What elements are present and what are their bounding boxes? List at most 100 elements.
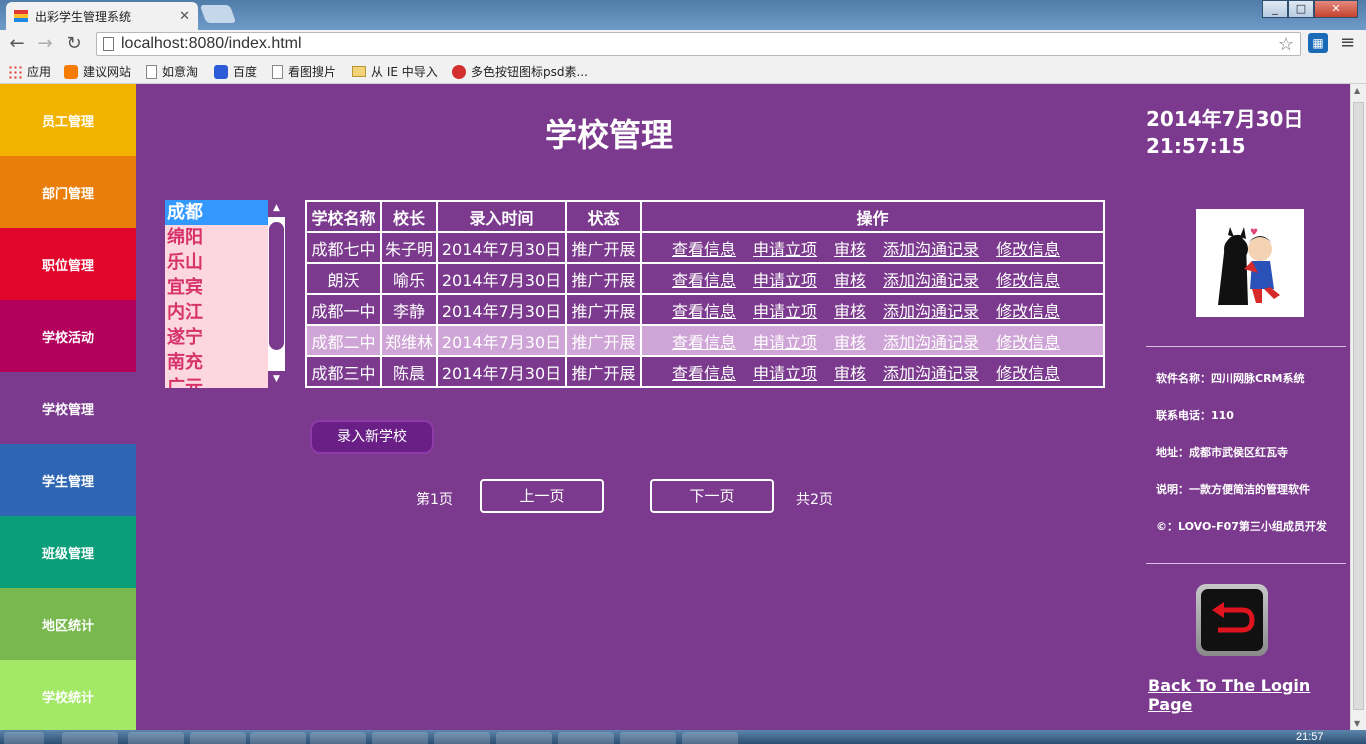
scroll-up-arrow-icon[interactable]: ▲ (1354, 86, 1360, 95)
action-link[interactable]: 申请立项 (753, 302, 817, 321)
cell-status: 推广开展 (565, 262, 642, 295)
reload-icon[interactable]: ↻ (63, 33, 85, 54)
taskbar-app[interactable] (190, 732, 246, 744)
table-row: 朗沃 喻乐 2014年7月30日 推广开展 查看信息 申请立项 审核 添加沟通记录 修改信息 (305, 262, 1105, 295)
taskbar-app[interactable] (496, 732, 552, 744)
city-option[interactable]: 宜宾 (165, 275, 268, 300)
tab-title: 出彩学生管理系统 (35, 9, 132, 24)
browser-menu-icon[interactable]: ≡ (1340, 32, 1355, 53)
page-scrollbar[interactable]: ▲ ▼ (1350, 84, 1366, 730)
back-arrow-icon[interactable]: ← (6, 33, 28, 54)
action-link[interactable]: 修改信息 (996, 240, 1060, 259)
action-link[interactable]: 添加沟通记录 (883, 333, 979, 352)
action-link[interactable]: 审核 (834, 302, 866, 321)
sidebar-item[interactable]: 部门管理 (0, 156, 136, 228)
taskbar-app[interactable] (62, 732, 118, 744)
taskbar-app[interactable] (558, 732, 614, 744)
action-link[interactable]: 申请立项 (753, 240, 817, 259)
city-option[interactable]: 内江 (165, 300, 268, 325)
page-scroll-thumb[interactable] (1353, 102, 1364, 710)
taskbar-app[interactable] (250, 732, 306, 744)
action-link[interactable]: 添加沟通记录 (883, 364, 979, 383)
bookmark-image-search[interactable]: 看图搜片 (272, 63, 336, 80)
taskbar-app[interactable] (128, 732, 184, 744)
school-table-body: 成都七中 朱子明 2014年7月30日 推广开展 查看信息 申请立项 审核 添加沟通记录 修改信… (305, 231, 1105, 388)
action-link[interactable]: 查看信息 (672, 240, 736, 259)
sidebar-item[interactable]: 学校管理 (0, 372, 136, 444)
action-link[interactable]: 添加沟通记录 (883, 302, 979, 321)
action-link[interactable]: 修改信息 (996, 271, 1060, 290)
action-link[interactable]: 修改信息 (996, 302, 1060, 321)
cell-date: 2014年7月30日 (436, 293, 567, 326)
sidebar-item[interactable]: 职位管理 (0, 228, 136, 300)
maximize-icon[interactable]: □ (1288, 0, 1314, 18)
bookmark-apps[interactable]: 应用 (8, 63, 51, 80)
action-link[interactable]: 添加沟通记录 (883, 271, 979, 290)
column-header-status: 状态 (565, 200, 642, 233)
action-link[interactable]: 查看信息 (672, 271, 736, 290)
action-link[interactable]: 申请立项 (753, 271, 817, 290)
action-link[interactable]: 审核 (834, 333, 866, 352)
new-tab-button[interactable] (199, 5, 237, 23)
city-option[interactable]: 广元 (165, 375, 268, 388)
action-link[interactable]: 审核 (834, 271, 866, 290)
bookmark-star-icon[interactable]: ☆ (1278, 33, 1294, 55)
cell-status: 推广开展 (565, 231, 642, 264)
prev-page-button[interactable]: 上一页 (480, 479, 604, 513)
next-page-button[interactable]: 下一页 (650, 479, 774, 513)
sidebar-item[interactable]: 班级管理 (0, 516, 136, 588)
close-tab-icon[interactable]: ✕ (179, 9, 190, 24)
city-option[interactable]: 南充 (165, 350, 268, 375)
column-header-principal: 校长 (380, 200, 438, 233)
sidebar-item[interactable]: 学生管理 (0, 444, 136, 516)
start-button[interactable] (4, 732, 44, 744)
taskbar-app[interactable] (310, 732, 366, 744)
action-link[interactable]: 查看信息 (672, 364, 736, 383)
action-link[interactable]: 修改信息 (996, 333, 1060, 352)
sidebar-item[interactable]: 学校统计 (0, 660, 136, 730)
scroll-down-arrow-icon[interactable]: ▼ (268, 371, 285, 388)
sidebar-item[interactable]: 学校活动 (0, 300, 136, 372)
taskbar-app[interactable] (372, 732, 428, 744)
forward-arrow-icon[interactable]: → (34, 33, 56, 54)
sidebar-item[interactable]: 地区统计 (0, 588, 136, 660)
bookmark-baidu[interactable]: 百度 (214, 63, 257, 80)
table-row: 成都七中 朱子明 2014年7月30日 推广开展 查看信息 申请立项 审核 添加沟通记录 修改信… (305, 231, 1105, 264)
back-button[interactable] (1196, 584, 1268, 656)
extension-icon[interactable]: ▦ (1308, 33, 1328, 53)
bookmark-suggested-sites[interactable]: 建议网站 (64, 63, 131, 80)
bookmark-import-ie[interactable]: 从 IE 中导入 (352, 63, 438, 80)
taskbar-app[interactable] (620, 732, 676, 744)
scroll-up-arrow-icon[interactable]: ▲ (268, 200, 285, 217)
city-list[interactable]: 成都 绵阳 乐山 宜宾 内江 遂宁 南充 广元 ▲ ▼ (165, 200, 285, 388)
city-option[interactable]: 成都 (165, 200, 268, 225)
taskbar-app[interactable] (682, 732, 738, 744)
info-description: 说明：一款方便简洁的管理软件 (1156, 483, 1310, 496)
window-close-icon[interactable]: ✕ (1314, 0, 1358, 18)
table-row: 成都二中 郑维林 2014年7月30日 推广开展 查看信息 申请立项 审核 添加沟通记录 修改信… (305, 324, 1105, 357)
add-school-button[interactable]: 录入新学校 (310, 420, 434, 454)
minimize-icon[interactable]: _ (1262, 0, 1288, 18)
action-link[interactable]: 申请立项 (753, 333, 817, 352)
action-link[interactable]: 修改信息 (996, 364, 1060, 383)
action-link[interactable]: 审核 (834, 364, 866, 383)
action-link[interactable]: 查看信息 (672, 333, 736, 352)
city-option[interactable]: 绵阳 (165, 225, 268, 250)
city-list-scrollbar[interactable]: ▲ ▼ (268, 200, 285, 388)
bookmark-psd-icons[interactable]: 多色按钮图标psd素... (452, 63, 588, 80)
action-link[interactable]: 添加沟通记录 (883, 240, 979, 259)
back-to-login-link[interactable]: Back To The Login Page (1148, 676, 1350, 714)
action-link[interactable]: 审核 (834, 240, 866, 259)
action-link[interactable]: 查看信息 (672, 302, 736, 321)
city-option[interactable]: 遂宁 (165, 325, 268, 350)
city-list-scroll-thumb[interactable] (269, 222, 284, 350)
bookmark-ruyitao[interactable]: 如意淘 (146, 63, 198, 80)
sidebar-item[interactable]: 员工管理 (0, 84, 136, 156)
city-option[interactable]: 乐山 (165, 250, 268, 275)
bookmark-label: 多色按钮图标psd素... (471, 65, 588, 79)
scroll-down-arrow-icon[interactable]: ▼ (1354, 719, 1360, 728)
taskbar-app[interactable] (434, 732, 490, 744)
action-link[interactable]: 申请立项 (753, 364, 817, 383)
browser-tab[interactable]: 出彩学生管理系统 ✕ (6, 2, 198, 30)
address-bar[interactable]: localhost:8080/index.html ☆ (96, 32, 1301, 56)
